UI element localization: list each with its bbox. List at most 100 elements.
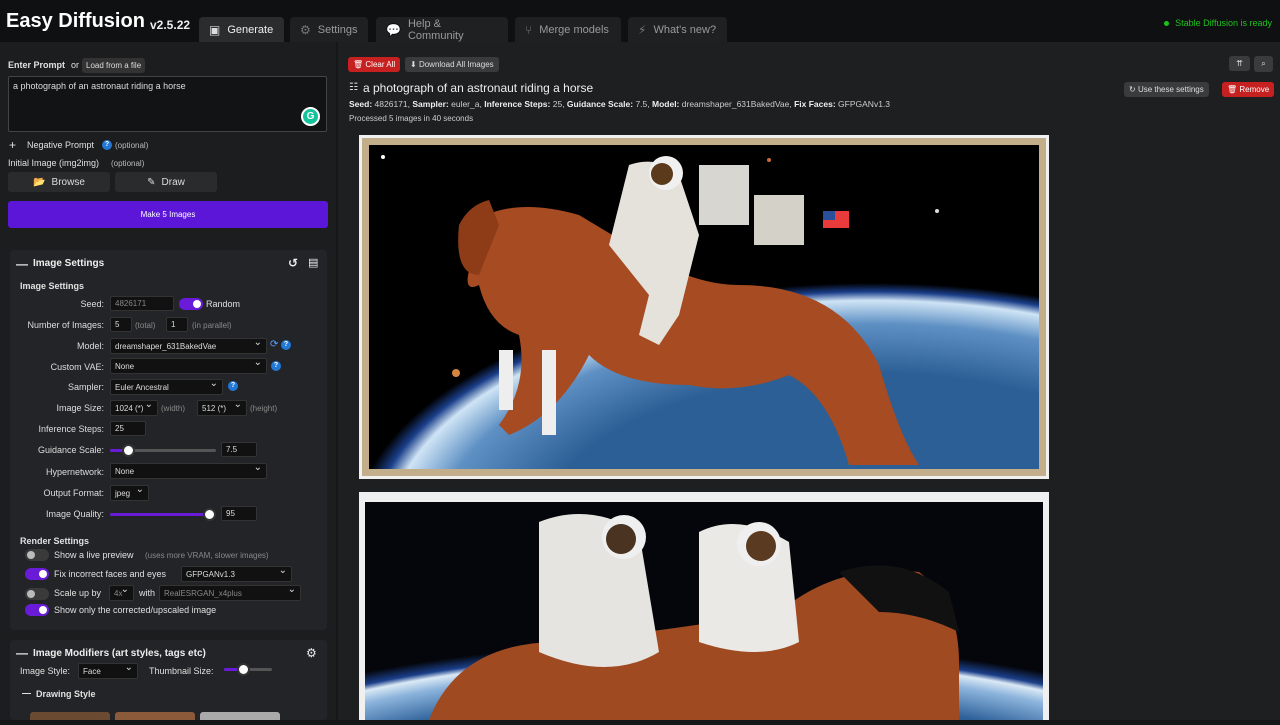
width-hint: (width) — [161, 404, 186, 413]
drawing-style-collapse-icon[interactable]: — — [22, 688, 31, 698]
tab-generate[interactable]: ▣ Generate — [199, 17, 284, 42]
remove-button[interactable]: 🗑 Remove — [1222, 82, 1275, 97]
make-images-button[interactable]: Make 5 Images — [8, 201, 328, 228]
reset-icon[interactable]: ↺ — [288, 256, 298, 270]
image-settings-title[interactable]: Image Settings — [33, 258, 104, 269]
task-meta: Seed: 4826171, Sampler: euler_a, Inferen… — [349, 99, 891, 109]
sampler-help-icon[interactable]: ? — [228, 381, 238, 391]
collapse-all-icon: ⇈ — [1236, 59, 1243, 68]
quality-slider[interactable] — [110, 508, 216, 521]
image-style-select[interactable]: Face — [78, 662, 138, 679]
remove-trash-icon: 🗑 — [1227, 85, 1238, 94]
upscale-with-label: with — [139, 588, 156, 598]
grammarly-icon[interactable]: G — [301, 107, 320, 126]
num-images-label: Number of Images: — [27, 320, 104, 330]
negative-prompt-label[interactable]: Negative Prompt — [27, 140, 94, 150]
clipboard-icon[interactable]: ▤ — [308, 256, 318, 269]
draw-button[interactable]: ✎ Draw — [115, 172, 217, 192]
sampler-label: Sampler: — [67, 382, 104, 392]
tab-merge-models[interactable]: ⑂ Merge models — [515, 17, 621, 42]
thumbnail-size-label: Thumbnail Size: — [149, 666, 214, 676]
generated-image-1[interactable] — [359, 135, 1049, 479]
model-help-icon[interactable]: ? — [281, 340, 291, 350]
model-select[interactable]: dreamshaper_631BakedVae — [110, 337, 267, 354]
fix-faces-toggle[interactable] — [25, 568, 49, 580]
thumbnail-size-slider[interactable] — [224, 663, 272, 676]
prompt-or: or — [71, 60, 80, 70]
sampler-select[interactable]: Euler Ancestral — [110, 378, 223, 395]
folder-icon: 📂 — [33, 176, 46, 188]
quality-slider-fill — [110, 513, 210, 516]
guidance-slider-knob[interactable] — [122, 444, 136, 457]
render-settings-title: Render Settings — [20, 536, 90, 546]
status-indicator: Stable Diffusion is ready — [1164, 18, 1272, 28]
tab-settings[interactable]: ⚙ Settings — [290, 17, 368, 42]
initial-image-label: Initial Image (img2img) — [8, 158, 100, 168]
negative-prompt-help-icon[interactable]: ? — [102, 140, 112, 150]
seed-input[interactable]: 4826171 — [110, 296, 174, 311]
astronauts-horse-image — [365, 502, 1043, 720]
vae-help-icon[interactable]: ? — [271, 361, 281, 371]
upscale-factor-select[interactable]: 4x — [109, 584, 134, 601]
clear-all-button[interactable]: 🗑 Clear All — [348, 57, 401, 72]
upscale-toggle[interactable] — [25, 588, 49, 600]
negative-prompt-optional: (optional) — [115, 141, 149, 150]
live-preview-hint: (uses more VRAM, slower images) — [145, 551, 269, 560]
top-bar: Easy Diffusion v2.5.22 ▣ Generate ⚙ Sett… — [0, 0, 1280, 42]
guidance-slider[interactable] — [110, 444, 216, 457]
bolt-icon: ⚡ — [638, 22, 647, 37]
seed-label: Seed: — [80, 299, 104, 309]
parallel-input[interactable]: 1 — [166, 317, 188, 332]
image-size-label: Image Size: — [56, 403, 104, 413]
guidance-label: Guidance Scale: — [37, 445, 104, 455]
hypernetwork-select[interactable]: None — [110, 462, 267, 479]
quality-input[interactable]: 95 — [221, 506, 257, 521]
modifier-thumbnail[interactable] — [115, 712, 195, 720]
chat-icon: 💬 — [386, 22, 401, 37]
model-label: Model: — [76, 341, 104, 351]
upscale-model-select[interactable]: RealESRGAN_x4plus — [159, 584, 301, 601]
search-button[interactable]: ⌕ — [1254, 56, 1273, 72]
modifier-thumbnail[interactable] — [30, 712, 110, 720]
prompt-input[interactable]: a photograph of an astronaut riding a ho… — [8, 76, 327, 132]
tab-help-community[interactable]: 💬 Help & Community — [376, 17, 508, 42]
image-icon: ▣ — [209, 22, 221, 37]
negative-prompt-toggle-icon[interactable]: + — [9, 138, 16, 152]
guidance-input[interactable]: 7.5 — [221, 442, 257, 457]
processed-info: Processed 5 images in 40 seconds — [349, 114, 474, 123]
task-menu-icon[interactable]: ☷ — [349, 82, 358, 93]
height-select[interactable]: 512 (*) — [197, 399, 247, 416]
show-corrected-toggle[interactable] — [25, 604, 49, 616]
fix-faces-label: Fix incorrect faces and eyes — [54, 569, 167, 579]
drawing-style-title[interactable]: Drawing Style — [36, 689, 96, 699]
random-seed-toggle[interactable] — [179, 298, 203, 310]
browse-button[interactable]: 📂 Browse — [8, 172, 110, 192]
prompt-label: Enter Prompt — [8, 60, 66, 70]
astronaut-horse-image — [362, 138, 1046, 476]
steps-input[interactable]: 25 — [110, 421, 146, 436]
gear-icon: ⚙ — [300, 22, 311, 37]
thumbnail-slider-knob[interactable] — [237, 663, 250, 676]
refresh-icon[interactable]: ⟳ — [270, 339, 278, 350]
modifiers-gear-icon[interactable]: ⚙ — [306, 646, 317, 660]
vae-select[interactable]: None — [110, 357, 267, 374]
modifiers-collapse-icon[interactable]: — — [16, 646, 28, 660]
modifier-thumbnail[interactable] — [200, 712, 280, 720]
load-from-file-button[interactable]: Load from a file — [82, 58, 146, 73]
output-format-select[interactable]: jpeg — [110, 484, 149, 501]
tab-whats-new[interactable]: ⚡ What's new? — [628, 17, 727, 42]
collapse-icon[interactable]: — — [16, 257, 28, 271]
image-settings-section-title: Image Settings — [20, 281, 85, 291]
generated-image-2[interactable] — [359, 492, 1049, 720]
collapse-all-button[interactable]: ⇈ — [1229, 56, 1250, 71]
live-preview-toggle[interactable] — [25, 549, 49, 561]
image-modifiers-title[interactable]: Image Modifiers (art styles, tags etc) — [33, 648, 206, 659]
fix-faces-select[interactable]: GFPGANv1.3 — [181, 565, 292, 582]
download-all-button[interactable]: ⬇ Download All Images — [405, 57, 499, 72]
hypernetwork-label: Hypernetwork: — [45, 467, 104, 477]
use-settings-button[interactable]: ↻ Use these settings — [1124, 82, 1209, 97]
width-select[interactable]: 1024 (*) — [110, 399, 158, 416]
steps-label: Inference Steps: — [38, 424, 104, 434]
num-images-input[interactable]: 5 — [110, 317, 132, 332]
quality-slider-knob[interactable] — [202, 508, 216, 521]
